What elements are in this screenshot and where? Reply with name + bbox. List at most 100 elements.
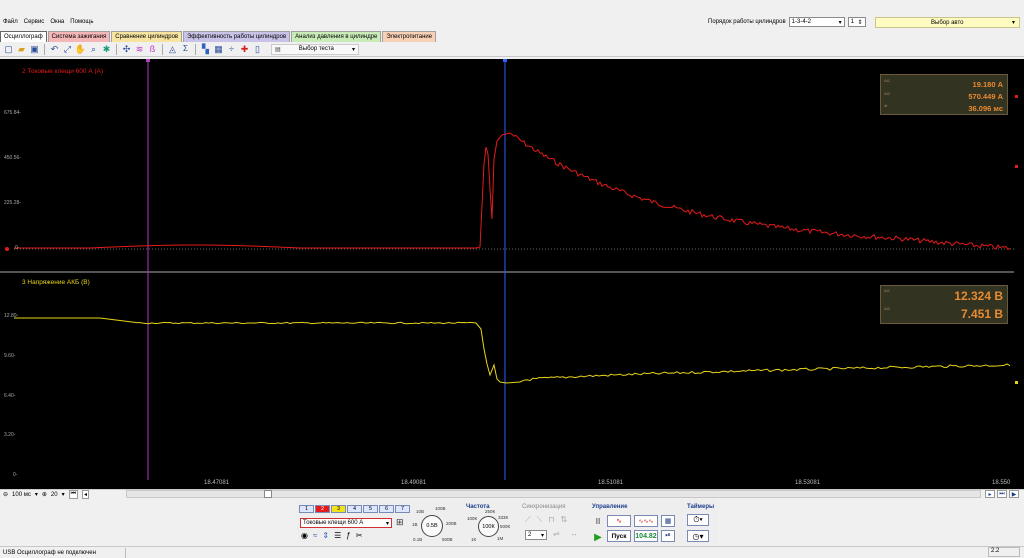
zoom-fit-icon[interactable]: ⤢ xyxy=(62,44,73,55)
start-button[interactable]: Пуск xyxy=(607,530,631,542)
meas-key: Δt1 xyxy=(884,288,891,293)
crosshair-icon[interactable]: ✱ xyxy=(101,44,112,55)
divide-icon[interactable]: ÷ xyxy=(226,44,237,55)
sync-modes: ⟋ ⟍ ⊓ ⇅ xyxy=(525,515,567,525)
separator xyxy=(116,43,117,55)
sync-auto-icon[interactable]: ⇅ xyxy=(560,515,567,525)
channel-2-button[interactable]: 2 xyxy=(315,505,330,513)
chevron-down-icon[interactable]: ▾ xyxy=(62,491,65,498)
amp-label: 1В xyxy=(412,522,418,527)
test-select[interactable]: ▤ Выбор теста ▾ xyxy=(271,43,359,55)
menu-file[interactable]: Файл xyxy=(3,19,18,25)
menu-help[interactable]: Помощь xyxy=(70,19,93,25)
channel-5-button[interactable]: 5 xyxy=(363,505,378,513)
sync-shift-icon[interactable]: ↔ xyxy=(570,529,578,538)
marker-icon[interactable]: ✚ xyxy=(239,44,250,55)
pause-icon[interactable]: Ⅲ xyxy=(592,515,604,527)
divisions-value[interactable]: 20 xyxy=(51,492,58,498)
record-icon[interactable]: ▦ xyxy=(661,515,675,527)
x-tick: 18.47081 xyxy=(204,480,230,486)
chevron-down-icon[interactable]: ▾ xyxy=(35,491,38,498)
next-icon[interactable]: ▸ xyxy=(985,490,995,498)
auto-select[interactable]: Выбор авто ▾ xyxy=(875,17,1020,28)
oscilloscope-view[interactable] xyxy=(0,59,1024,489)
play-icon[interactable]: ▶ xyxy=(593,531,603,543)
cylinder-spinner[interactable]: 1 ⇕ xyxy=(847,17,866,27)
tab-0[interactable]: Осциллограф xyxy=(0,31,47,42)
tools-icon[interactable]: ✂ xyxy=(356,531,363,540)
tab-1[interactable]: Система зажигания xyxy=(47,31,111,42)
sync-level-icon[interactable]: ⇌ xyxy=(553,529,560,538)
play-scroll-icon[interactable]: ▶ xyxy=(1009,490,1019,498)
compare-icon[interactable]: ß xyxy=(147,44,158,55)
timebase-value[interactable]: 100 мс xyxy=(12,492,31,498)
current-trace xyxy=(14,132,1011,250)
tab-2[interactable]: Сравнение цилиндров xyxy=(111,31,183,42)
menu-windows[interactable]: Окна xyxy=(50,19,64,25)
meas-value: 36.096 мс xyxy=(968,104,1003,113)
multi-wave-icon[interactable]: ∿∿∿ xyxy=(634,515,658,527)
timer-icon[interactable]: ⏱▾ xyxy=(687,514,709,526)
export-icon[interactable]: ▯ xyxy=(252,44,263,55)
save-icon[interactable]: ▣ xyxy=(29,44,40,55)
main-menu: Файл Сервис Окна Помощь xyxy=(3,19,93,25)
horizontal-scrollbar[interactable] xyxy=(126,490,981,498)
amplitude-knob[interactable]: 0.5В xyxy=(421,515,443,537)
open-icon[interactable]: ▰ xyxy=(16,44,27,55)
chevron-down-icon: ▾ xyxy=(838,19,842,26)
probe-select[interactable]: Токовые клещи 600 А ▾ xyxy=(300,518,392,528)
channel-3-button[interactable]: 3 xyxy=(331,505,346,513)
first-page-icon[interactable]: ⏮ xyxy=(68,490,78,499)
meas-key: Δt2 xyxy=(884,306,891,311)
zoom-in-icon[interactable]: ⊖ xyxy=(3,491,8,498)
waveform-canvas[interactable] xyxy=(0,59,1024,489)
sync-title: Синхронизация xyxy=(522,504,566,510)
eye-icon[interactable]: ◉ xyxy=(301,531,308,540)
tab-5[interactable]: Электропитание xyxy=(382,31,437,42)
zoom-icon[interactable]: ⌕ xyxy=(88,44,99,55)
rate-display: 104.82 xyxy=(634,530,658,542)
table-icon[interactable]: ▦ xyxy=(213,44,224,55)
frequency-knob-value: 100К xyxy=(482,523,495,530)
clock-icon[interactable]: ◷▾ xyxy=(687,530,709,542)
sync-pulse-icon[interactable]: ⊓ xyxy=(548,515,554,525)
meas-key: Δt1 xyxy=(884,78,891,83)
last-page-icon[interactable]: ⏭ xyxy=(997,490,1007,498)
channel-1-button[interactable]: 1 xyxy=(299,505,314,513)
cursor-icon[interactable]: ✣ xyxy=(121,44,132,55)
freq-label: 1К xyxy=(471,537,477,542)
sigma-icon[interactable]: Σ xyxy=(180,44,191,55)
channel-buttons: 1 2 3 4 5 6 7 xyxy=(299,505,411,513)
tab-4[interactable]: Анализ давления в цилиндре xyxy=(291,31,382,42)
frequency-knob[interactable]: 100К xyxy=(478,516,499,537)
probe-settings-icon[interactable]: ⊞ xyxy=(396,517,404,528)
undo-icon[interactable]: ↶ xyxy=(49,44,60,55)
formula-icon[interactable]: ƒ xyxy=(346,531,350,540)
menu-service[interactable]: Сервис xyxy=(24,19,45,25)
tab-3[interactable]: Эффективность работы цилиндров xyxy=(183,31,291,42)
sync-fall-icon[interactable]: ⟍ xyxy=(537,515,543,525)
cylinder-value: 1 xyxy=(850,19,855,25)
channel-6-button[interactable]: 6 xyxy=(379,505,394,513)
x-tick: 18.550 xyxy=(992,480,1011,486)
channel-icon[interactable]: ▚ xyxy=(200,44,211,55)
sync-rise-icon[interactable]: ⟋ xyxy=(525,515,531,525)
sync-channel-select[interactable]: 2 ▾ xyxy=(525,530,547,540)
channel-7-button[interactable]: 7 xyxy=(395,505,410,513)
single-wave-icon[interactable]: ∿ xyxy=(607,515,631,527)
cylinder-order-select[interactable]: 1-3-4-2 ▾ xyxy=(788,17,845,27)
step-icon[interactable]: ⏯ xyxy=(661,530,675,542)
channel-4-button[interactable]: 4 xyxy=(347,505,362,513)
split-icon[interactable]: ≋ xyxy=(134,44,145,55)
wave-icon[interactable]: ≈ xyxy=(313,531,317,540)
hand-icon[interactable]: ✋ xyxy=(75,44,86,55)
lines-icon[interactable]: ☰ xyxy=(334,531,341,540)
meas-key: Δt2 xyxy=(884,91,891,96)
freq-label: 100К xyxy=(467,516,478,521)
updown-icon[interactable]: ⇕ xyxy=(322,531,329,540)
scroll-thumb[interactable] xyxy=(264,490,272,498)
prev-icon[interactable]: ◂ xyxy=(82,490,90,499)
math-icon[interactable]: ◬ xyxy=(167,44,178,55)
test-select-icon: ▤ xyxy=(275,46,281,53)
new-icon[interactable]: ▢ xyxy=(3,44,14,55)
